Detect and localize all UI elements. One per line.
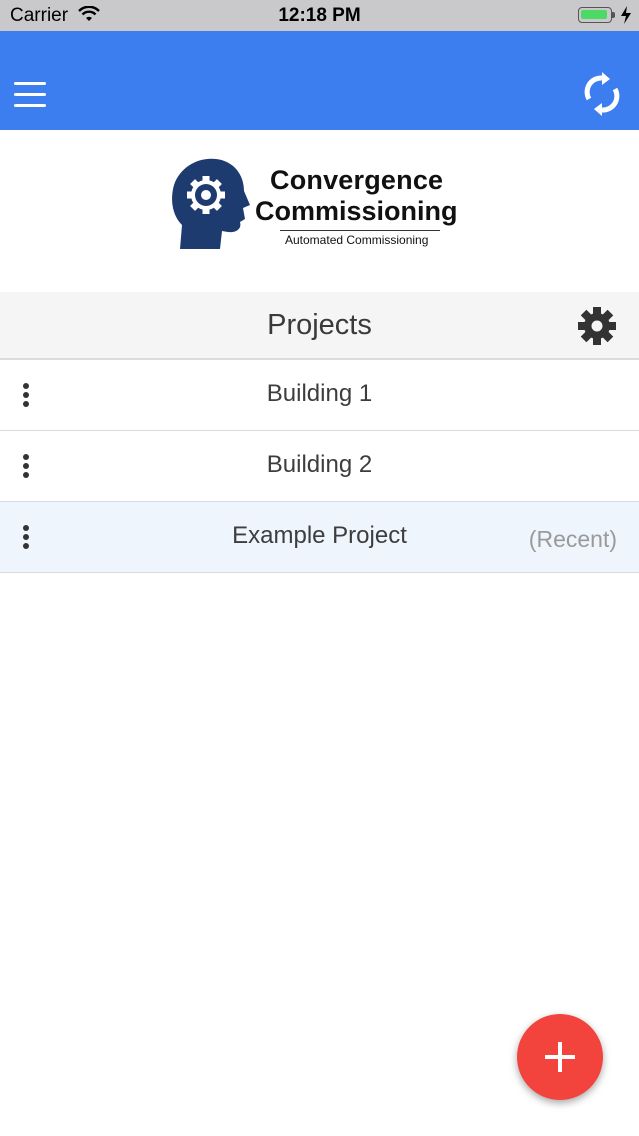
logo: Convergence Commissioning Automated Comm… — [0, 130, 639, 292]
project-row-example-project[interactable]: Example Project (Recent) — [0, 502, 639, 573]
recent-badge: (Recent) — [528, 526, 617, 552]
status-bar: Carrier 12:18 PM — [0, 0, 639, 31]
charging-bolt-icon — [621, 6, 631, 24]
logo-line1: Convergence — [270, 165, 444, 195]
head-gear-logo-icon — [172, 158, 250, 249]
project-name: Building 1 — [266, 380, 373, 407]
add-project-button[interactable] — [517, 1014, 603, 1100]
app-bar — [0, 31, 639, 130]
project-row-building-1[interactable]: Building 1 — [0, 360, 639, 431]
battery-icon — [578, 7, 612, 23]
projects-header: Projects — [0, 292, 639, 360]
logo-line2: Commissioning — [255, 196, 458, 226]
project-row-building-2[interactable]: Building 2 — [0, 431, 639, 502]
project-name: Building 2 — [266, 451, 373, 478]
status-time: 12:18 PM — [278, 5, 361, 26]
projects-title: Projects — [267, 309, 372, 341]
menu-icon[interactable] — [14, 82, 48, 108]
gear-icon[interactable] — [577, 306, 617, 346]
logo-tagline: Automated Commissioning — [285, 233, 429, 247]
logo-divider — [280, 230, 440, 231]
refresh-icon[interactable] — [580, 70, 624, 118]
